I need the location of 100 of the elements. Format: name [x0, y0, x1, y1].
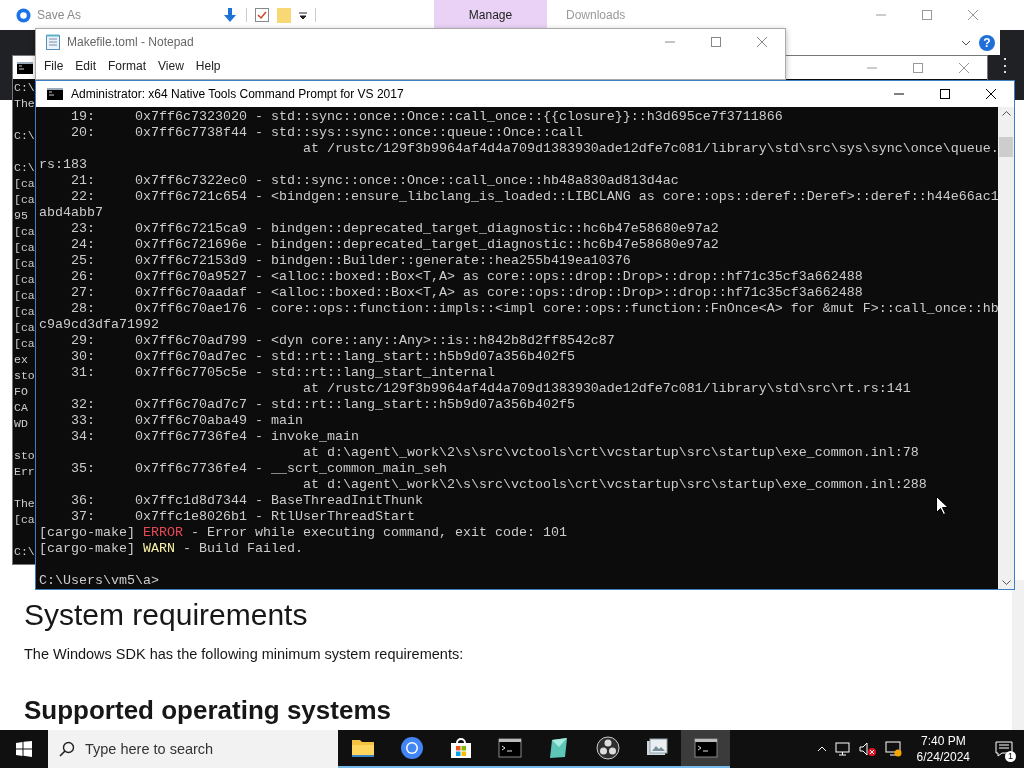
console-line: 26: 0x7ff6c70a9527 - <alloc::boxed::Box<T,A> as core::ops::drop::Drop>::drop::hf71c35cf3a662488 — [70, 269, 863, 285]
console-line: 24: 0x7ff6c721696e - bindgen::deprecated_target_diagnostic::hc6b47e58680e97a2 — [70, 237, 719, 253]
console-line: sto — [14, 368, 35, 384]
chevron-down-icon[interactable] — [961, 39, 971, 46]
cursor-icon — [936, 496, 948, 515]
windows-logo-icon[interactable] — [16, 741, 32, 757]
console-line: 30: 0x7ff6c70ad7ec - std::rt::lang_start::h5b9d07a356b402f5 — [70, 349, 575, 365]
console-line: 20: 0x7ff6c7738f44 - std::sys::sync::once::queue::Once::call — [70, 125, 583, 141]
page-heading: System requirements — [24, 597, 308, 633]
terminal-icon — [693, 736, 718, 760]
console-line: [ca — [14, 320, 35, 336]
clock[interactable]: 7:40 PM 6/24/2024 — [916, 733, 970, 765]
notification-button[interactable]: 1 — [984, 730, 1024, 768]
terminal-icon — [497, 736, 522, 760]
console-line: [ca — [14, 256, 35, 272]
console-line: The — [14, 496, 35, 512]
console-line: 32: 0x7ff6c70ad7c7 - std::rt::lang_start::h5b9d07a356b402f5 — [70, 397, 575, 413]
terminal-icon — [47, 88, 63, 100]
console-line: 21: 0x7ff6c7322ec0 - std::sync::once::Once::call_once::hb48a830ad813d4ac — [70, 173, 679, 189]
console-line: 37: 0x7ffc1e8026b1 - RtlUserThreadStart — [70, 509, 415, 525]
console-line: The — [14, 96, 35, 112]
console-line: abd4abb7 — [39, 205, 103, 221]
console-line: [cargo-make] ERROR - Error while executing command, exit code: 101 — [39, 525, 567, 541]
chevron-up-icon[interactable] — [816, 746, 827, 752]
window-title: Downloads — [566, 8, 627, 22]
notepad-icon — [46, 33, 60, 50]
console-line: [ca — [14, 240, 35, 256]
help-button[interactable]: ? — [979, 34, 995, 51]
console-line: 28: 0x7ff6c70ae176 - core::ops::function::impls::<impl core::ops::function::FnOnce<A> for &mut F>::call_once::hb — [70, 301, 998, 317]
message-icon — [995, 741, 1013, 757]
console-line: c9a9cd3dfa71992 — [39, 317, 159, 333]
more-menu-button[interactable]: ⋮ — [996, 54, 1014, 76]
search-field[interactable]: Type here to search — [48, 730, 338, 768]
console-line: [ca — [14, 176, 35, 192]
scroll-down-icon[interactable] — [1001, 580, 1011, 585]
menu-item[interactable]: View — [152, 59, 190, 73]
display-alert-icon[interactable] — [884, 741, 903, 757]
console-line: sto — [14, 448, 35, 464]
console-line: 23: 0x7ff6c7215ca9 - bindgen::deprecated_target_diagnostic::hc6b47e58680e97a2 — [70, 221, 719, 237]
download-arrow-icon[interactable] — [222, 7, 238, 23]
menu-item[interactable]: Edit — [69, 59, 103, 73]
console-line: [ca — [14, 224, 35, 240]
console-line: [ca — [14, 336, 35, 352]
scroll-up-icon[interactable] — [1001, 111, 1011, 116]
console-line: 35: 0x7ff6c7736fe4 - __scrt_common_main_seh — [70, 461, 447, 477]
close-icon[interactable] — [986, 89, 996, 99]
recorder-icon — [595, 736, 620, 760]
console-line: 33: 0x7ff6c70aba49 - main — [70, 413, 303, 429]
console-line: 25: 0x7ff6c72153d9 - bindgen::Builder::generate::hea255b419ea10376 — [70, 253, 631, 269]
browser-icon — [16, 7, 31, 23]
menu-item[interactable]: Format — [102, 59, 153, 73]
maximize-icon[interactable] — [940, 89, 950, 99]
console-line: 19: 0x7ff6c7323020 - std::sync::once::Once::call_once::{{closure}}::h3d695ce7f3711866 — [70, 109, 783, 125]
page-subheading: Supported operating systems — [24, 694, 391, 726]
window-title: Administrator: x64 Native Tools Command Prompt for VS 2017 — [71, 87, 405, 101]
ribbon-tab[interactable]: Manage — [434, 0, 547, 30]
terminal-icon — [17, 61, 33, 74]
console-line: rs:183 — [39, 157, 87, 173]
search-placeholder: Type here to search — [85, 741, 214, 757]
search-icon — [59, 741, 75, 757]
console-line: [ca — [14, 304, 35, 320]
console-line: [cargo-make] WARN - Build Failed. — [39, 541, 303, 557]
console-line: 34: 0x7ff6c7736fe4 - invoke_main — [70, 429, 359, 445]
console-line: at /rustc/129f3b9964af4d4a709d1383930ade12dfe7c081/library\std\src\rt.rs:141 — [301, 381, 911, 397]
store-icon — [448, 736, 473, 760]
dialog-title: Save As — [37, 8, 82, 22]
console-line: at d:\agent\_work\2\s\src\vctools\crt\vcstartup\src\startup\exe_common.inl:288 — [301, 477, 927, 493]
console-line: 22: 0x7ff6c721c654 - <bindgen::ensure_libclang_is_loaded::LIBCLANG as core::ops::deref::Deref>::deref::h44e66ac1 — [70, 189, 998, 205]
console-line: [ca — [14, 288, 35, 304]
console-line: [ca — [14, 512, 35, 528]
volume-muted-icon[interactable] — [858, 742, 877, 756]
console-line: CA — [14, 400, 28, 416]
console-line: C:\ — [14, 128, 35, 144]
window-title: Makefile.toml - Notepad — [67, 34, 195, 49]
console-line: 31: 0x7ff6c7705c5e - std::rt::lang_start_internal — [70, 365, 495, 381]
console-line: C:\ — [14, 160, 35, 176]
console-line: FO — [14, 384, 28, 400]
dropdown-icon[interactable] — [299, 11, 307, 19]
console-line: C:\Users\vm5\a> — [39, 573, 159, 589]
console-line: ex — [14, 352, 28, 368]
network-icon[interactable] — [834, 742, 851, 756]
browser-icon — [399, 736, 424, 760]
console-line: 36: 0x7ffc1d8d7344 - BaseThreadInitThunk — [70, 493, 423, 509]
taskbar-app-button[interactable] — [681, 730, 730, 768]
console-line: at /rustc/129f3b9964af4d4a709d1383930ade12dfe7c081/library\std\src\sys\sync\once\queue. — [301, 141, 998, 157]
properties-icon[interactable] — [255, 8, 269, 22]
page-paragraph: The Windows SDK has the following minimum system requirements: — [24, 645, 464, 664]
console-line: C:\ — [14, 544, 35, 560]
menu-item[interactable]: Help — [189, 59, 227, 73]
console-line: [ca — [14, 272, 35, 288]
menu-item[interactable]: File — [38, 59, 70, 73]
console-line: 27: 0x7ff6c70aadaf - <alloc::boxed::Box<T,A> as core::ops::drop::Drop>::drop::hf71c35cf3a662488 — [70, 285, 863, 301]
scroll-thumb[interactable] — [999, 137, 1013, 157]
console-line: WD — [14, 416, 28, 432]
console-line: Err — [14, 464, 35, 480]
console-line: [ca — [14, 192, 35, 208]
console-line: C:\ — [14, 80, 35, 96]
console-line: 95 — [14, 208, 28, 224]
notification-count: 1 — [1005, 751, 1016, 762]
console-line: at d:\agent\_work\2\s\src\vctools\crt\vcstartup\src\startup\exe_common.inl:78 — [301, 445, 919, 461]
